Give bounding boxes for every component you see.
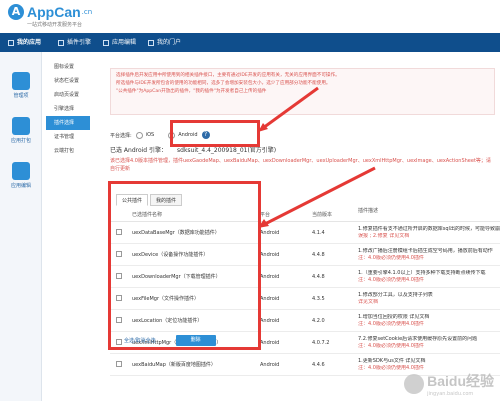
- menu-plugin-select[interactable]: 插件选择: [46, 116, 90, 130]
- brand-logo[interactable]: A AppCan .cn: [8, 4, 92, 20]
- plugin-version: 4.4.6: [312, 361, 325, 368]
- app-edit-icon: [12, 162, 30, 180]
- nav-app-edit[interactable]: 应用编辑: [103, 33, 136, 52]
- portal-icon: [148, 39, 154, 46]
- manage-icon: [12, 72, 30, 90]
- plugin-platform: Android: [260, 273, 280, 280]
- plugin-notice: 选择插件后开发应用中所使用到的相关插件接口，主要有通过IDE开发的应用有关，无关…: [110, 68, 495, 115]
- plugin-desc: 1.增加当位回授的权限 详见文档 注：4.0版必须仍使用4.0插件: [358, 313, 430, 327]
- radio-ios[interactable]: [135, 131, 143, 139]
- nav-my-apps[interactable]: 我的应用: [8, 33, 41, 52]
- col-desc-header: 插件描述: [358, 208, 379, 214]
- apps-icon: [8, 39, 14, 46]
- notice-line: 选择插件后开发应用中所使用到的相关插件接口，主要有通过IDE开发的应用有关，无关…: [116, 73, 340, 78]
- plugin-warning: 该已选择4.0版本插件管理，插件uexGaodeMap、uexBaiduMap、…: [110, 158, 491, 172]
- menu-cert-manage[interactable]: 证书管理: [46, 130, 90, 144]
- plugin-desc: 1.修改部分工具，以及支持子列表 详见文档: [358, 291, 433, 305]
- watermark: Baidu经验 jingyan.baidu.com: [404, 371, 494, 397]
- plugin-platform: Android: [260, 339, 280, 346]
- rail-item-package[interactable]: 应用打包: [3, 115, 39, 152]
- col-platform-header: 平台: [260, 212, 271, 218]
- plugin-platform: Android: [260, 295, 280, 302]
- menu-engine-select[interactable]: 引擎选择: [46, 102, 90, 116]
- plugin-icon: [58, 39, 64, 46]
- rail-item-manage[interactable]: 管理项: [3, 70, 39, 107]
- left-rail: 管理项 应用打包 应用编辑: [0, 52, 42, 401]
- menu-cloud-package[interactable]: 云端打包: [46, 144, 90, 158]
- menu-statusbar-settings[interactable]: 状态栏设置: [46, 74, 90, 88]
- plugin-version: 4.3.5: [312, 295, 325, 302]
- header: A AppCan .cn 一站式移动开发服务平台: [0, 0, 500, 33]
- menu-launch-settings[interactable]: 启动页设置: [46, 88, 90, 102]
- plugin-name: uexBaiduMap（新版百度地图插件）: [132, 362, 216, 368]
- plugin-desc: 1.修复插件看支不通过所开启的数据库sql出的时候，可能导致崩溃 误报 ; 2.…: [358, 225, 500, 239]
- plugin-desc: 1.更新SDK与us文件 详见文档 注：4.0版必须仍使用4.0插件: [358, 357, 426, 371]
- plugin-version: 4.2.0: [312, 317, 325, 324]
- plugin-version: 4.4.8: [312, 273, 325, 280]
- notice-line: "公共插件"为AppCan开放出的插件，"我的插件"为开发者自己上传的插件: [116, 89, 267, 94]
- rail-item-edit[interactable]: 应用编辑: [3, 160, 39, 197]
- watermark-text: Baidu经验: [427, 373, 494, 389]
- settings-menu: 图标设置 状态栏设置 启动页设置 引擎选择 插件选择 证书管理 云端打包: [46, 60, 90, 158]
- col-version-header: 当前版本: [312, 212, 333, 218]
- plugin-desc: 1.修改广播后注册模组卡后插生成空号码用，播放前后有动作 注：4.0版必须仍使用…: [358, 247, 493, 261]
- option-ios-label: iOS: [145, 132, 155, 138]
- edit-icon: [103, 39, 109, 46]
- plugin-version: 4.0.7.2: [312, 339, 330, 346]
- highlight-box-plugins: [108, 181, 261, 350]
- appcan-logo-icon: A: [8, 4, 24, 20]
- highlight-box-platform: [170, 120, 260, 147]
- nav-plugin-engine[interactable]: 插件引擎: [58, 33, 91, 52]
- plugin-version: 4.1.4: [312, 229, 325, 236]
- notice-line: 所选插件与IDE开发所包含的使用的功能相同，选多了会增加安装包大小，选少了应用部…: [116, 81, 331, 86]
- plugin-platform: Android: [260, 251, 280, 258]
- package-icon: [12, 117, 30, 135]
- baidu-paw-icon: [404, 374, 425, 394]
- row-checkbox[interactable]: [116, 360, 122, 367]
- menu-icon-settings[interactable]: 图标设置: [46, 60, 90, 74]
- plugin-desc: 7.2.修复setCookie后请求使用缓存原先设置前的问题 注：4.0版必须仍…: [358, 335, 478, 349]
- top-nav: 我的应用 插件引擎 应用编辑 我的门户: [0, 33, 500, 52]
- plugin-platform: Android: [260, 317, 280, 324]
- nav-my-portal[interactable]: 我的门户: [148, 33, 181, 52]
- logo-name: AppCan: [27, 4, 81, 20]
- plugin-desc: 1.（重要引擎4.1.0以上）支持多种下载支持断点续传下载 注：4.0版必须仍使…: [358, 269, 486, 283]
- engine-label: 已选 Android 引擎：: [110, 147, 168, 154]
- tagline: 一站式移动开发服务平台: [27, 22, 83, 28]
- watermark-sub: jingyan.baidu.com: [427, 391, 474, 397]
- plugin-platform: Android: [260, 229, 280, 236]
- platform-label: 平台选择:: [110, 132, 132, 139]
- plugin-version: 4.4.8: [312, 251, 325, 258]
- plugin-platform: Android: [260, 361, 280, 368]
- logo-tld: .cn: [81, 8, 93, 16]
